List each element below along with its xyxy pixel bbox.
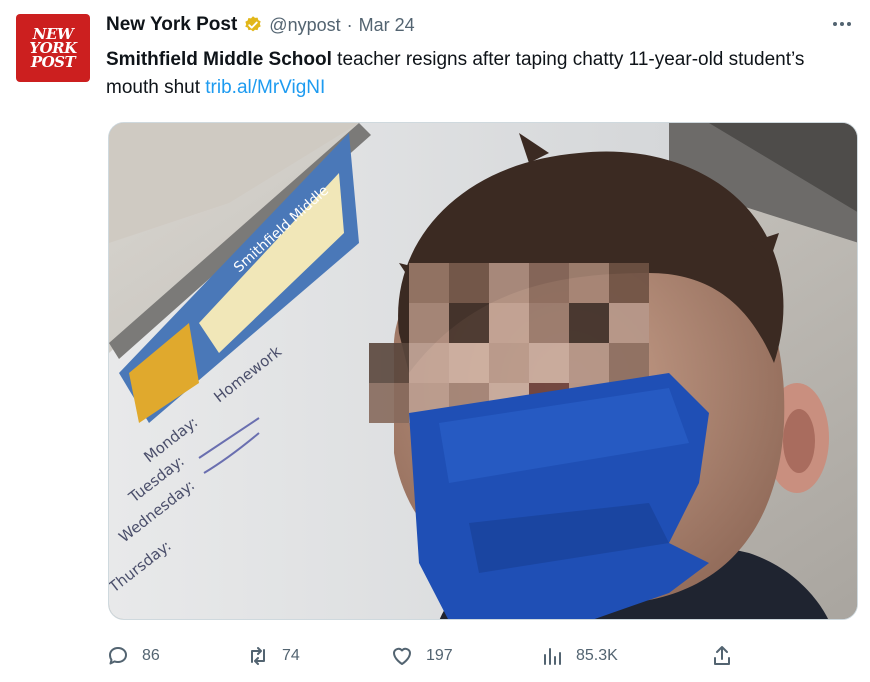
- share-button[interactable]: [710, 640, 734, 672]
- retweet-button[interactable]: 74: [246, 640, 300, 672]
- tweet-text-bold: Smithfield Middle School: [106, 49, 332, 70]
- tweet-header: New York Post @nypost · Mar 24: [106, 12, 415, 38]
- retweet-count: 74: [282, 647, 300, 664]
- user-handle[interactable]: @nypost: [269, 15, 340, 36]
- views-button[interactable]: 85.3K: [540, 640, 618, 672]
- logo-line-3: POST: [30, 53, 76, 71]
- tweet-date[interactable]: Mar 24: [359, 15, 415, 36]
- tweet-text: Smithfield Middle School teacher resigns…: [106, 46, 856, 102]
- verified-badge-icon[interactable]: [243, 15, 263, 35]
- separator-dot: ·: [346, 14, 353, 35]
- reply-icon: [109, 647, 127, 665]
- views-count: 85.3K: [576, 647, 618, 664]
- tweet-media-image[interactable]: Smithfield Middle Homework Monday: Tuesd…: [108, 122, 858, 620]
- avatar[interactable]: NEW YORK POST: [16, 14, 90, 82]
- share-icon: [714, 646, 730, 665]
- tweet-link[interactable]: trib.al/MrVigNI: [205, 77, 325, 98]
- retweet-icon: [251, 647, 265, 665]
- views-chart-icon: [544, 648, 561, 665]
- like-button[interactable]: 197: [390, 640, 453, 672]
- photo-illustration: Smithfield Middle Homework Monday: Tuesd…: [109, 123, 857, 619]
- reply-button[interactable]: 86: [106, 640, 160, 672]
- reply-count: 86: [142, 647, 160, 664]
- tweet-actions: 86 74 197 85.3K: [106, 640, 746, 672]
- more-options-icon[interactable]: [830, 14, 854, 34]
- display-name[interactable]: New York Post: [106, 14, 237, 36]
- like-count: 197: [426, 647, 453, 664]
- tweet[interactable]: NEW YORK POST New York Post @nypost · Ma…: [0, 0, 870, 682]
- heart-icon: [393, 647, 411, 665]
